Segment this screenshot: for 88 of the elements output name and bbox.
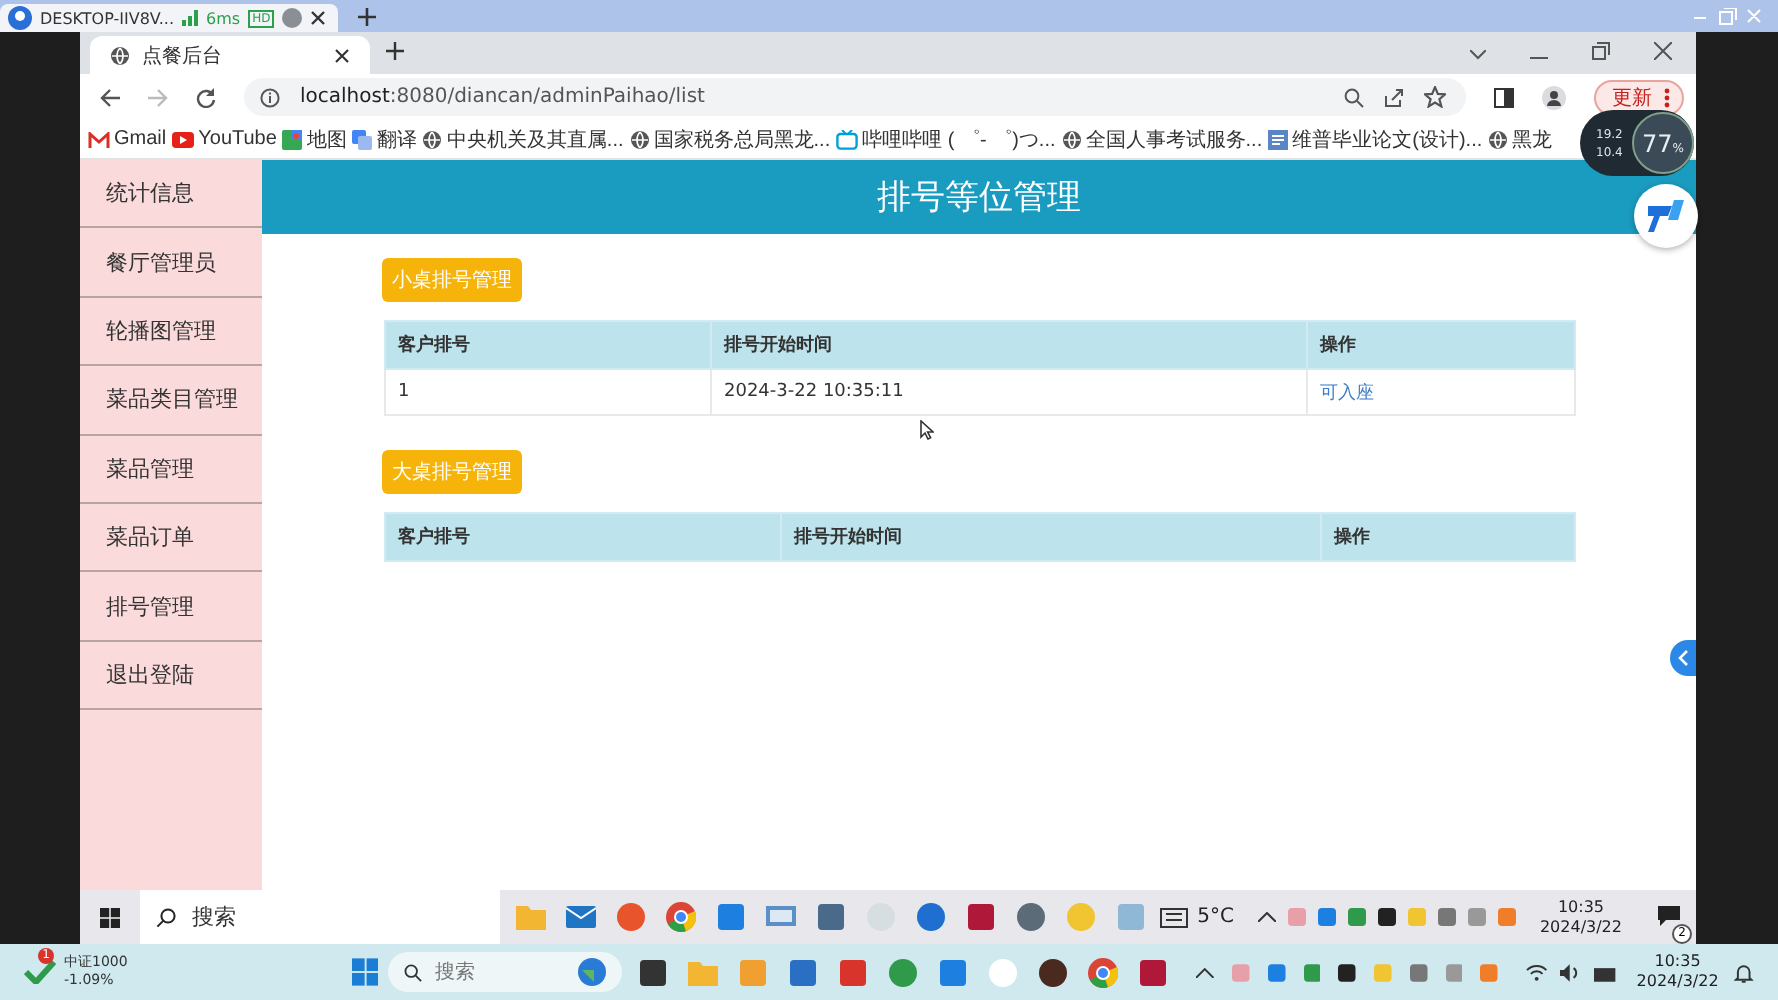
globe-icon <box>110 45 130 65</box>
search-field[interactable]: 搜索 <box>140 890 500 944</box>
monitor-icon[interactable] <box>766 902 796 932</box>
bookmark[interactable]: 维普毕业论文(设计)... <box>1268 125 1483 153</box>
signal-icon <box>182 10 198 26</box>
mail-icon <box>88 131 110 147</box>
temperature-text: 5°C <box>1197 906 1234 928</box>
share-icon[interactable] <box>1384 87 1404 107</box>
info-icon <box>260 87 280 107</box>
app-logo-icon <box>1648 200 1684 232</box>
globe-icon <box>1061 129 1082 149</box>
restore-icon[interactable] <box>1592 42 1610 60</box>
tv-icon <box>836 129 859 149</box>
message-icon[interactable] <box>1658 906 1680 928</box>
chevron-up-icon[interactable] <box>1196 967 1215 977</box>
chevron-up-icon[interactable] <box>1257 912 1276 922</box>
column-header: 排号开始时间 <box>711 321 1307 369</box>
browser-icon[interactable] <box>1088 957 1119 987</box>
weather-icon <box>1159 907 1188 927</box>
minimize-icon[interactable] <box>1530 56 1548 60</box>
app-icon[interactable] <box>638 957 669 987</box>
table-cell: 1 <box>385 369 711 415</box>
remote-tab-title: DESKTOP-IIV8V... <box>40 9 174 27</box>
map-icon <box>282 129 303 149</box>
side-panel-icon[interactable] <box>1494 87 1514 107</box>
bell-icon[interactable] <box>1734 961 1755 983</box>
chevron-down-icon[interactable] <box>1470 50 1486 60</box>
close-icon[interactable] <box>310 10 327 26</box>
back-icon[interactable] <box>100 87 120 107</box>
disc-icon <box>282 8 303 28</box>
bookmark[interactable]: 黑龙 <box>1488 125 1553 153</box>
close-icon[interactable] <box>334 47 350 63</box>
bookmark[interactable]: 中央机关及其直属... <box>422 125 624 153</box>
windows-icon[interactable] <box>100 907 120 927</box>
translate-icon <box>352 129 373 149</box>
bookmark[interactable]: Gmail <box>88 128 167 150</box>
bookmark[interactable]: 地图 <box>282 125 347 153</box>
close-icon[interactable] <box>1654 42 1672 60</box>
bookmark[interactable]: YouTube <box>172 128 277 150</box>
browser-icon[interactable] <box>616 902 646 932</box>
page-title: 排号等位管理 <box>877 176 1081 220</box>
column-header: 操作 <box>1321 513 1575 561</box>
bookmark[interactable]: 哔哩哔哩 ( ゜- ゜)つ... <box>836 125 1056 153</box>
clock-date: 2024/3/22 <box>1636 972 1719 992</box>
mail-icon[interactable] <box>566 902 596 932</box>
star-icon[interactable] <box>1424 86 1446 108</box>
browser-icon[interactable] <box>666 902 696 932</box>
browser-tab[interactable]: 点餐后台 <box>90 36 370 74</box>
profile-icon[interactable] <box>1542 85 1566 109</box>
zoom-icon[interactable] <box>1344 87 1364 107</box>
table-cell: 2024-3-22 10:35:11 <box>711 369 1307 415</box>
column-header: 排号开始时间 <box>781 513 1321 561</box>
speaker-icon[interactable] <box>1559 963 1582 981</box>
column-header: 客户排号 <box>385 513 781 561</box>
battery-icon[interactable] <box>1593 963 1617 981</box>
globe-icon <box>1488 129 1509 149</box>
new-tab-icon[interactable] <box>386 42 404 60</box>
kebab-icon <box>1664 87 1670 107</box>
play-icon <box>172 131 195 147</box>
update-button[interactable]: 更新 <box>1594 79 1684 115</box>
address-bar[interactable]: localhost:8080/diancan/adminPaihao/list <box>244 78 1466 116</box>
globe-icon <box>422 129 443 149</box>
document-icon <box>1268 129 1289 149</box>
clock-time: 10:35 <box>1557 897 1605 917</box>
search-icon <box>404 963 423 981</box>
clock-date: 2024/3/22 <box>1539 917 1622 937</box>
seat-link[interactable]: 可入座 <box>1320 383 1374 403</box>
search-icon <box>156 907 176 927</box>
column-header: 操作 <box>1307 321 1575 369</box>
bookmark[interactable]: 翻译 <box>352 125 417 153</box>
search-field[interactable]: 搜索 <box>388 952 623 992</box>
app-icon[interactable] <box>966 902 996 932</box>
globe-icon <box>629 129 650 149</box>
app-icon[interactable] <box>1138 957 1169 987</box>
chevron-left-icon <box>1678 650 1688 666</box>
column-header: 客户排号 <box>385 321 711 369</box>
avatar-icon <box>8 6 32 30</box>
clock-time: 10:35 <box>1654 952 1701 972</box>
wifi-icon[interactable] <box>1526 963 1548 981</box>
globe-icon <box>578 958 607 986</box>
usage-percent: 77 <box>1642 129 1673 157</box>
new-tab-icon[interactable] <box>358 7 377 25</box>
mouse-cursor-icon <box>920 420 934 440</box>
app-icon[interactable] <box>1016 902 1046 932</box>
reload-icon[interactable] <box>196 87 216 107</box>
latency-text: 6ms <box>206 9 241 27</box>
bookmark[interactable]: 国家税务总局黑龙... <box>629 125 831 153</box>
bookmark[interactable]: 全国人事考试服务... <box>1061 125 1263 153</box>
